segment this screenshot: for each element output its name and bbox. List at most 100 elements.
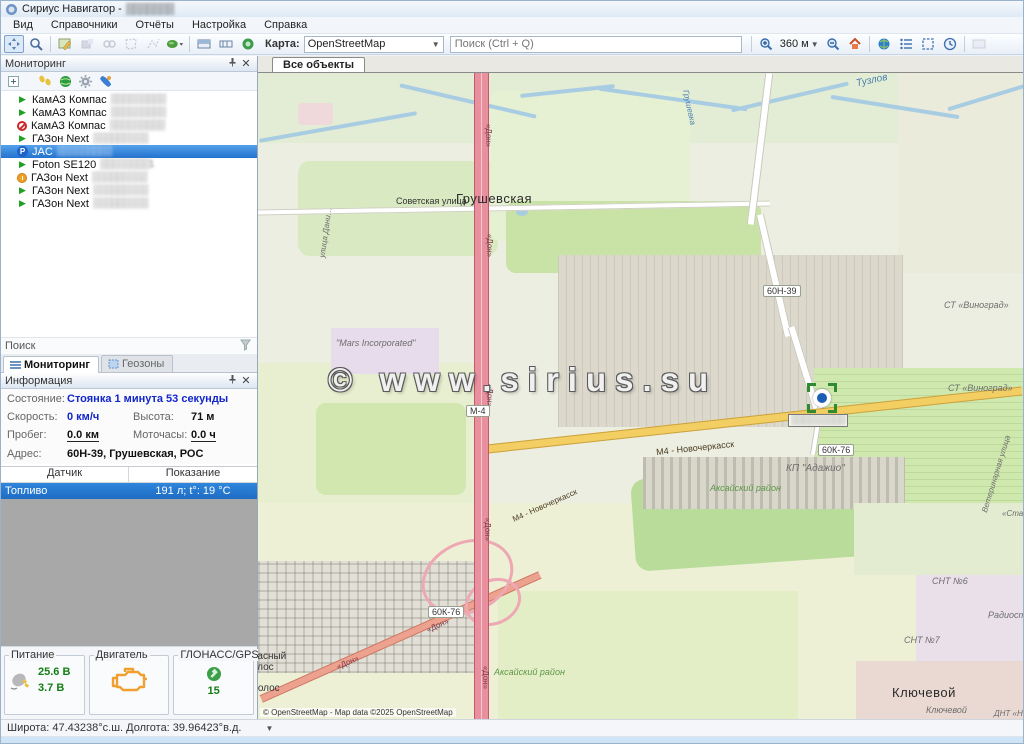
history-clock-icon[interactable] (940, 35, 960, 53)
map-canvas[interactable]: «Дон» «Дон» «Дон» «Дон» «Дон» «Дон» «Дон… (258, 73, 1023, 719)
draw-polyline-icon[interactable] (143, 35, 163, 53)
globe-icon[interactable] (874, 35, 894, 53)
edit-map-icon[interactable] (55, 35, 75, 53)
vehicle-row[interactable]: ▶Foton SE120▒▒▒▒▒▒▒▒1 (1, 158, 257, 171)
close-icon[interactable]: ✕ (239, 57, 253, 70)
power-voltage-main: 25.6 В (38, 666, 70, 678)
chevron-down-icon[interactable]: ▼ (265, 724, 273, 733)
draw-polygon-icon[interactable] (121, 35, 141, 53)
state-value: Стоянка 1 минута 53 секунды (67, 393, 228, 405)
select-region-icon[interactable] (918, 35, 938, 53)
sensor-value: 191 л; t°: 19 °C (129, 485, 257, 497)
vehicle-marker-plate: ▒▒▒▒▒▒▒▒▒ (788, 414, 848, 427)
pan-tool-icon[interactable] (4, 35, 24, 53)
satellite-count: 15 (178, 685, 249, 697)
menu-otchety[interactable]: Отчёты (128, 18, 182, 32)
map-tab-all-objects[interactable]: Все объекты (272, 57, 365, 72)
status-moving-icon: ▶ (17, 94, 28, 105)
sensor-table: Датчик Показание Топливо 191 л; t°: 19 °… (1, 466, 257, 646)
engine-icon (109, 666, 149, 694)
vehicle-row[interactable]: ГАЗон Next▒▒▒▒▒▒▒▒▒ (1, 171, 257, 184)
table-view-icon[interactable] (194, 35, 214, 53)
close-icon[interactable]: ✕ (239, 374, 253, 387)
app-icon (5, 3, 18, 16)
road-shield-60n39: 60Н-39 (763, 285, 801, 297)
pin-icon[interactable] (225, 57, 239, 70)
menu-spravka[interactable]: Справка (256, 18, 315, 32)
list-icon (10, 360, 21, 370)
sensor-table-header: Датчик Показание (1, 467, 257, 483)
map-area: Все объекты (258, 56, 1023, 719)
power-gauge: Питание 25.6 В 3.7 В (4, 655, 85, 715)
map-scale-select[interactable]: 360 м ▼ (777, 38, 822, 50)
toolbar-separator (189, 36, 190, 52)
legend-list-icon[interactable] (896, 35, 916, 53)
tree-search-label: Поиск (5, 340, 35, 352)
gauge-panel: Питание 25.6 В 3.7 В Двигатель (1, 646, 257, 719)
vehicle-marker[interactable] (807, 383, 837, 413)
clear-filter-icon[interactable] (240, 339, 253, 354)
vehicle-row[interactable]: ▶ГАЗон Next▒▒▒▒▒▒▒▒▒ (1, 132, 257, 145)
tab-geozones[interactable]: Геозоны (101, 355, 173, 372)
vehicle-plate: ▒▒▒▒▒▒▒▒▒ (93, 185, 148, 196)
road-name-label: «Дон» (483, 518, 492, 541)
message-panel-icon[interactable] (969, 35, 989, 53)
place-label: Аксайский район (494, 667, 565, 677)
mileage-value: 0.0 км (67, 429, 99, 442)
geozones-globe-icon[interactable] (57, 74, 73, 89)
power-voltage-backup: 3.7 В (38, 682, 70, 694)
landcover-polygon (854, 503, 1023, 575)
zoom-out-icon[interactable] (823, 35, 843, 53)
engine-gauge: Двигатель (89, 655, 170, 715)
plug-icon (9, 668, 33, 692)
mileage-label: Пробег: (7, 429, 67, 442)
map-provider-select[interactable]: OpenStreetMap ▼ (304, 36, 444, 53)
link-object-icon[interactable] (99, 35, 119, 53)
zoom-tool-icon[interactable] (26, 35, 46, 53)
vehicle-row[interactable]: ▶КамАЗ Компас▒▒▒▒▒▒▒▒▒ (1, 93, 257, 106)
road-shield-m4: М-4 (466, 405, 490, 417)
vehicle-row[interactable]: КамАЗ Компас▒▒▒▒▒▒▒▒▒ (1, 119, 257, 132)
status-moving-icon: ▶ (17, 185, 28, 196)
status-parked-icon: P (17, 146, 28, 157)
phone-route-icon[interactable] (97, 74, 113, 89)
add-object-icon[interactable] (77, 35, 97, 53)
map-select-label: Карта: (265, 38, 300, 50)
place-label: СТ «Виноград» (944, 300, 1009, 310)
tab-label: Геозоны (122, 358, 164, 370)
left-panel: Мониторинг ✕ ▶КамАЗ Компас▒▒▒▒▒▒▒▒▒ ▶Кам… (1, 56, 258, 719)
vehicle-row[interactable]: ▶ГАЗон Next▒▒▒▒▒▒▒▒▒ (1, 184, 257, 197)
vehicle-name: ГАЗон Next (31, 172, 88, 184)
vehicle-row[interactable]: ▶ГАЗон Next▒▒▒▒▒▒▒▒▒ (1, 197, 257, 210)
menu-nastroyka[interactable]: Настройка (184, 18, 254, 32)
tracks-icon[interactable] (37, 74, 53, 89)
menu-vid[interactable]: Вид (5, 18, 41, 32)
zoom-in-icon[interactable] (756, 35, 776, 53)
expand-all-icon[interactable] (5, 74, 21, 89)
sensor-name: Топливо (1, 485, 129, 497)
pin-icon[interactable] (225, 374, 239, 387)
tab-monitoring[interactable]: Мониторинг (3, 356, 99, 373)
toolbar-separator (751, 36, 752, 52)
road-name-label: М4 - Новочеркасск (656, 439, 735, 457)
track-filter-icon[interactable] (165, 35, 185, 53)
monitoring-panel-title: Мониторинг (5, 58, 66, 70)
events-icon[interactable] (238, 35, 258, 53)
status-moving-icon: ▶ (17, 107, 28, 118)
timeline-view-icon[interactable] (216, 35, 236, 53)
vehicle-row[interactable]: ▶КамАЗ Компас▒▒▒▒▒▒▒▒▒ (1, 106, 257, 119)
road-shield-60k76: 60К-76 (428, 606, 464, 618)
landcover-polygon (316, 403, 466, 495)
vehicle-row-selected[interactable]: PJAC▒▒▒▒▒▒▒▒▒ (1, 145, 257, 158)
sensor-row[interactable]: Топливо 191 л; t°: 19 °C (1, 483, 257, 499)
monitoring-panel-header: Мониторинг ✕ (1, 56, 257, 72)
status-moving-icon: ▶ (17, 159, 28, 170)
place-label: Колос (258, 683, 280, 694)
map-scale-value: 360 м (780, 38, 809, 50)
landcover-polygon (298, 103, 333, 125)
gear-icon[interactable] (77, 74, 93, 89)
sirius-watermark: © www.sirius.su (328, 361, 958, 399)
menu-spravochniki[interactable]: Справочники (43, 18, 126, 32)
home-view-icon[interactable] (845, 35, 865, 53)
global-search-input[interactable] (450, 36, 742, 53)
